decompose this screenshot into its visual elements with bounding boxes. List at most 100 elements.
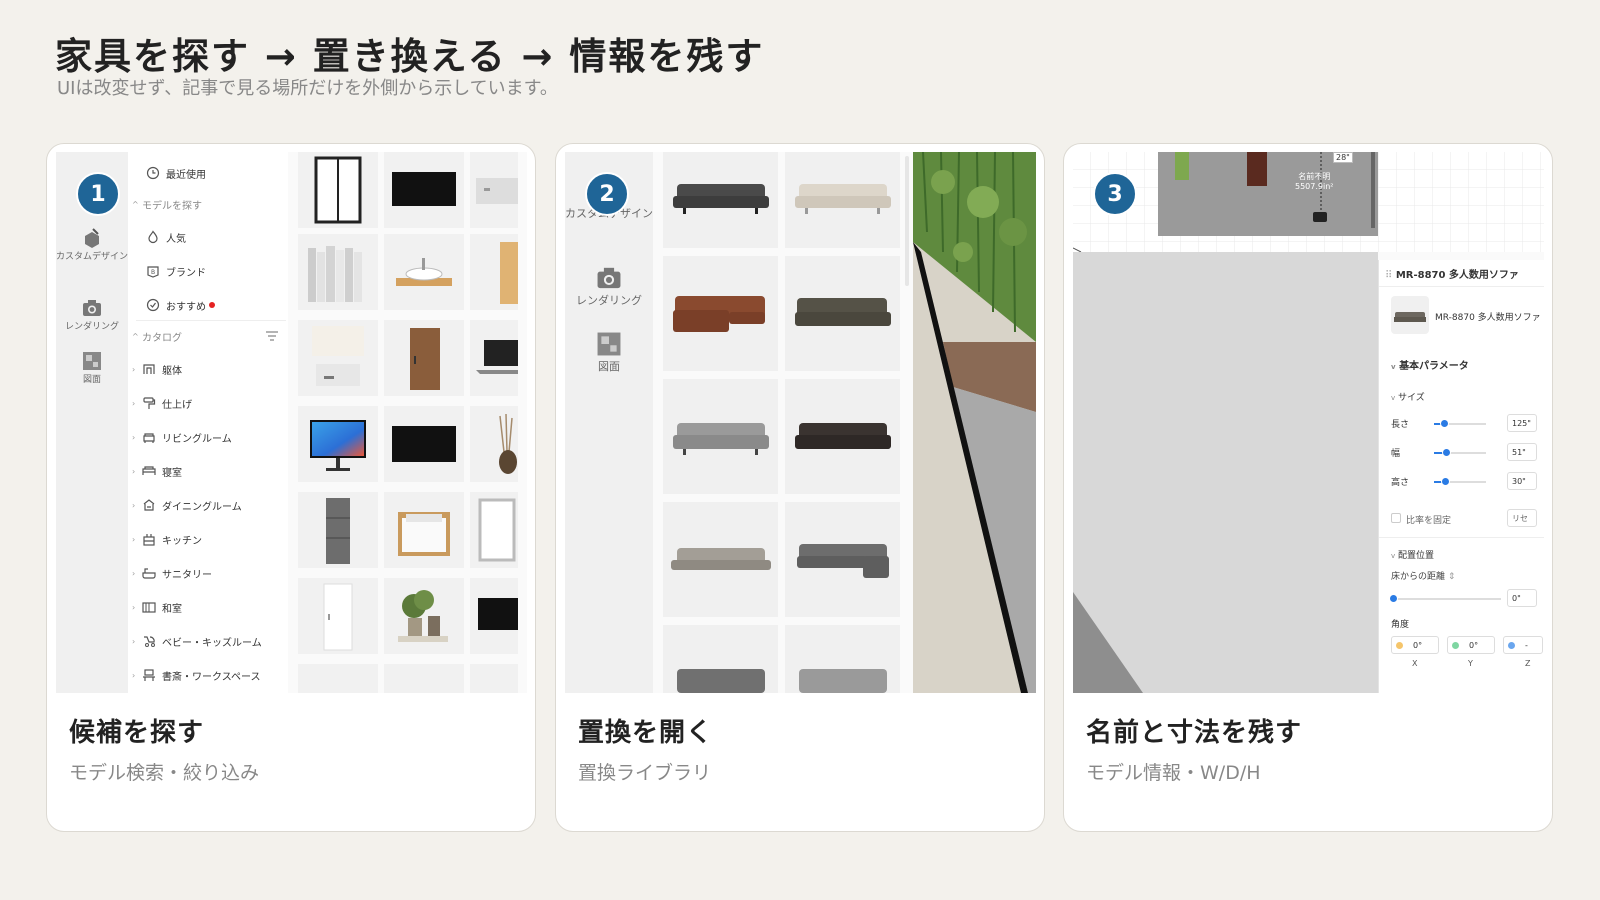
lock-ratio-checkbox[interactable] bbox=[1391, 513, 1401, 523]
model-tile-tv[interactable] bbox=[384, 406, 464, 482]
model-tile[interactable] bbox=[298, 664, 378, 693]
catalog-item-dining[interactable]: › ダイニングルーム bbox=[132, 494, 292, 516]
width-value-field[interactable]: 51" bbox=[1507, 443, 1537, 461]
model-tile-vanity[interactable] bbox=[298, 320, 378, 396]
dimension-label: 長さ bbox=[1391, 420, 1410, 430]
model-tile-washbasin[interactable] bbox=[384, 234, 464, 310]
section-placement[interactable]: v 配置位置 bbox=[1391, 548, 1434, 561]
floor-distance-dropdown[interactable]: 床からの距離 ⇕ bbox=[1391, 569, 1455, 582]
sofa-tile[interactable] bbox=[785, 379, 900, 494]
model-tile-bed[interactable] bbox=[384, 492, 464, 568]
drag-handle-icon[interactable]: ⠿ bbox=[1385, 270, 1392, 281]
height-slider[interactable] bbox=[1434, 477, 1486, 486]
length-value-field[interactable]: 125" bbox=[1507, 414, 1537, 432]
chevron-down-icon: v bbox=[1391, 394, 1396, 402]
nav-item-popular[interactable]: 人気 bbox=[146, 226, 306, 248]
model-tile-monitor[interactable] bbox=[298, 406, 378, 482]
catalog-item-bedroom[interactable]: › 寝室 bbox=[132, 460, 292, 482]
model-tile[interactable] bbox=[470, 664, 518, 693]
panel-title: ⠿ MR-8870 多人数用ソファ bbox=[1385, 270, 1519, 281]
paint-roller-icon bbox=[143, 397, 156, 409]
catalog-item-sanitary[interactable]: › サニタリー bbox=[132, 562, 292, 584]
screenshot-replace-library: 2 カスタムデザイン レンダリング 図面 bbox=[565, 152, 1036, 693]
rail-item-floorplan[interactable]: 図面 bbox=[56, 350, 128, 386]
model-tile-sliding-door[interactable] bbox=[384, 320, 464, 396]
model-tile-books[interactable] bbox=[298, 234, 378, 310]
length-slider[interactable] bbox=[1434, 419, 1486, 428]
model-tile-plant[interactable] bbox=[384, 578, 464, 654]
width-slider[interactable] bbox=[1434, 448, 1486, 457]
structure-icon bbox=[143, 364, 155, 374]
sofa-tile[interactable] bbox=[663, 502, 778, 617]
plan-view[interactable]: 28" 名前不明 5507.9in² bbox=[1073, 152, 1544, 253]
angle-x-field[interactable]: 0° bbox=[1391, 636, 1439, 654]
slider-knob[interactable] bbox=[1389, 594, 1398, 603]
sofa-tile[interactable] bbox=[663, 625, 778, 693]
camera-icon bbox=[83, 300, 101, 316]
sofa-tile[interactable] bbox=[785, 625, 900, 693]
height-value-field[interactable]: 30" bbox=[1507, 472, 1537, 490]
section-basic-params[interactable]: v 基本パラメータ bbox=[1391, 357, 1469, 372]
reset-button[interactable]: リセ bbox=[1507, 509, 1537, 527]
model-tile-vase[interactable] bbox=[470, 406, 518, 482]
wardrobe-icon bbox=[314, 156, 362, 224]
nav-item-recommended[interactable]: おすすめ bbox=[146, 294, 306, 316]
sofa-tile[interactable] bbox=[663, 152, 778, 248]
rail-item-rendering[interactable]: レンダリング bbox=[565, 264, 653, 306]
nav-header-model-search[interactable]: ^ モデルを探す bbox=[132, 193, 292, 215]
slider-knob[interactable] bbox=[1440, 419, 1450, 428]
slider-knob[interactable] bbox=[1442, 448, 1452, 457]
model-tile-tv-2[interactable] bbox=[470, 578, 518, 654]
filter-icon[interactable] bbox=[266, 331, 278, 341]
tv-panel-icon bbox=[392, 172, 456, 206]
floor-distance-slider[interactable] bbox=[1389, 594, 1501, 603]
rail-item-custom-design[interactable]: カスタムデザイン bbox=[56, 227, 128, 263]
frame-icon bbox=[478, 498, 516, 562]
model-tile-white-door[interactable] bbox=[298, 578, 378, 654]
slider-knob[interactable] bbox=[1441, 477, 1451, 486]
nav-item-recent[interactable]: 最近使用 bbox=[146, 162, 306, 184]
model-tile-laptop[interactable] bbox=[470, 320, 518, 396]
sofa-tile[interactable] bbox=[663, 379, 778, 494]
section-size[interactable]: v サイズ bbox=[1391, 390, 1425, 403]
angle-z-field[interactable]: - bbox=[1503, 636, 1543, 654]
floorplan-icon bbox=[83, 352, 101, 370]
model-tile[interactable] bbox=[384, 664, 464, 693]
axis-z-icon bbox=[1508, 641, 1515, 649]
catalog-item-finishing[interactable]: › 仕上げ bbox=[132, 392, 292, 414]
screenshot-model-search: 1 カスタムデザイン レンダリング 図面 最近使用 ^ モデルを探す 人気 B … bbox=[56, 152, 527, 693]
floor-distance-value-field[interactable]: 0" bbox=[1507, 589, 1537, 607]
rail-item-floorplan[interactable]: 図面 bbox=[565, 330, 653, 372]
card-title: 名前と寸法を残す bbox=[1086, 718, 1303, 748]
model-tile-frame[interactable] bbox=[470, 492, 518, 568]
sofa-tile[interactable] bbox=[785, 152, 900, 248]
sofa-tile[interactable] bbox=[663, 256, 778, 371]
model-tile-door-wood[interactable] bbox=[470, 234, 518, 310]
nav-item-brand[interactable]: B ブランド bbox=[146, 260, 306, 282]
catalog-item-living-room[interactable]: › リビングルーム bbox=[132, 426, 292, 448]
sofa-icon bbox=[677, 669, 765, 693]
model-tile-fridge[interactable] bbox=[298, 492, 378, 568]
catalog-item-kids[interactable]: › ベビー・キッズルーム bbox=[132, 630, 292, 652]
model-tile-tv-panel[interactable] bbox=[384, 152, 464, 228]
kitchen-icon bbox=[143, 534, 155, 546]
catalog-item-japanese-room[interactable]: › 和室 bbox=[132, 596, 292, 618]
catalog-item-study[interactable]: › 書斎・ワークスペース bbox=[132, 664, 292, 686]
catalog-item-kitchen[interactable]: › キッチン bbox=[132, 528, 292, 550]
scene-viewport[interactable] bbox=[913, 152, 1036, 693]
corner-sofa-icon bbox=[795, 298, 891, 326]
scrollbar[interactable] bbox=[905, 156, 909, 286]
model-tile-wardrobe[interactable] bbox=[298, 152, 378, 228]
model-tile-cabinet[interactable] bbox=[470, 152, 518, 228]
sofa-tile[interactable] bbox=[785, 502, 900, 617]
camera-icon bbox=[597, 267, 621, 289]
sofa-icon bbox=[1394, 312, 1426, 322]
model-grid bbox=[298, 152, 527, 693]
sofa-icon bbox=[671, 548, 771, 570]
sofa-tile[interactable] bbox=[785, 256, 900, 371]
3d-viewport[interactable] bbox=[1073, 252, 1378, 693]
rail-item-rendering[interactable]: レンダリング bbox=[56, 297, 128, 333]
corner-sofa-icon bbox=[797, 544, 889, 578]
catalog-item-structure[interactable]: › 躯体 bbox=[132, 358, 292, 380]
angle-y-field[interactable]: 0° bbox=[1447, 636, 1495, 654]
